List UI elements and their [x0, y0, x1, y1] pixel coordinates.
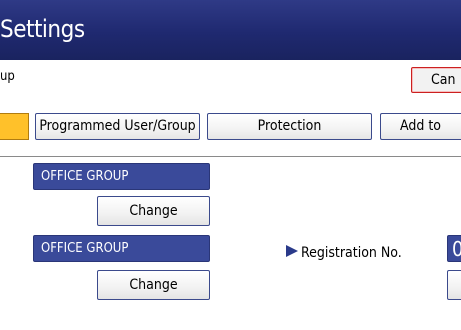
- sub-header-label: up: [0, 69, 15, 84]
- registration-change-button[interactable]: [447, 270, 461, 300]
- tab-programmed-user-group[interactable]: Programmed User/Group: [35, 113, 200, 140]
- registration-label-text: Registration No.: [301, 245, 402, 261]
- tab-bar: Programmed User/Group Protection Add to: [0, 95, 461, 157]
- change-button-1[interactable]: Change: [97, 196, 210, 226]
- tab-protection[interactable]: Protection: [207, 113, 372, 140]
- right-triangle-arrow-icon: [286, 245, 298, 257]
- registration-number-label: Registration No.: [285, 242, 402, 262]
- group-name-field-1: OFFICE GROUP: [33, 163, 210, 190]
- registration-number-value: 0: [452, 237, 461, 261]
- sub-header-bar: up Can: [0, 60, 461, 96]
- group-name-field-2: OFFICE GROUP: [33, 235, 210, 262]
- tab-selected-group[interactable]: [0, 113, 29, 140]
- tab-add-to[interactable]: Add to: [380, 113, 461, 140]
- title-bar: Settings: [0, 0, 461, 60]
- settings-panel: Settings up Can Programmed User/Group Pr…: [0, 0, 461, 330]
- change-button-2[interactable]: Change: [97, 270, 210, 300]
- cancel-button[interactable]: Can: [411, 67, 461, 93]
- tab-divider: [0, 156, 461, 157]
- registration-number-field: 0: [447, 235, 461, 262]
- page-title: Settings: [0, 15, 85, 43]
